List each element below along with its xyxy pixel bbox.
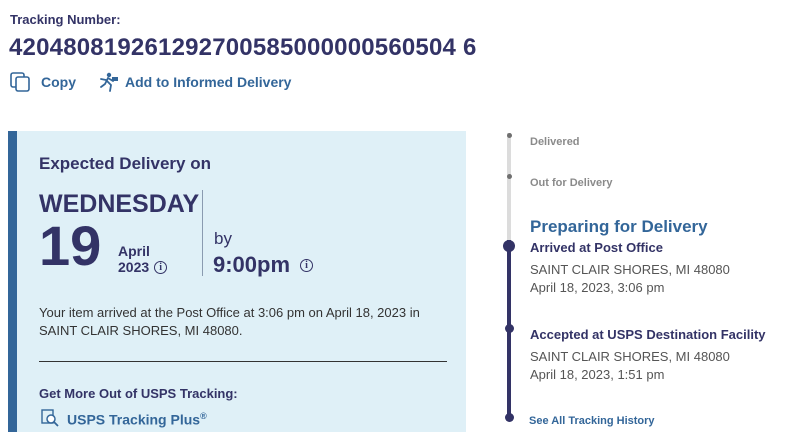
- timeline-stage-title: Preparing for Delivery: [530, 217, 708, 236]
- event-location: SAINT CLAIR SHORES, MI 48080: [530, 262, 730, 277]
- timeline-out-for-delivery: Out for Delivery: [530, 177, 613, 189]
- by-label: by: [214, 229, 232, 248]
- copy-icon: [10, 72, 31, 92]
- timeline-dot: [505, 413, 514, 422]
- see-all-tracking-history-link[interactable]: See All Tracking History: [529, 415, 655, 427]
- mail-carrier-icon: [97, 72, 119, 92]
- delivery-time-row: 9:00pm i: [213, 252, 314, 278]
- delivery-message: Your item arrived at the Post Office at …: [39, 305, 420, 338]
- more-tracking-title: Get More Out of USPS Tracking:: [39, 386, 238, 401]
- delivery-time: 9:00pm: [213, 252, 291, 277]
- delivery-month: April: [118, 243, 150, 259]
- tracking-number-label: Tracking Number:: [10, 12, 121, 27]
- timeline-dot: [506, 174, 512, 179]
- timeline-track-pending: [507, 133, 511, 240]
- copy-label: Copy: [41, 74, 76, 90]
- event-datetime: April 18, 2023, 3:06 pm: [530, 280, 665, 295]
- delivery-day: 19: [39, 214, 102, 277]
- timeline-dot: [503, 240, 515, 252]
- usps-tracking-plus-link[interactable]: USPS Tracking Plus®: [41, 409, 207, 430]
- magnifier-document-icon: [41, 409, 59, 430]
- informed-delivery-label: Add to Informed Delivery: [125, 74, 292, 90]
- event-location: SAINT CLAIR SHORES, MI 48080: [530, 349, 730, 364]
- event-datetime: April 18, 2023, 1:51 pm: [530, 367, 665, 382]
- timeline-dot: [506, 133, 512, 138]
- card-divider: [39, 361, 447, 362]
- delivery-divider: [202, 190, 203, 276]
- timeline-dot: [505, 324, 514, 333]
- registered-mark: ®: [200, 411, 207, 422]
- event-title: Arrived at Post Office: [530, 240, 663, 255]
- copy-button[interactable]: Copy: [10, 72, 76, 92]
- timeline-delivered: Delivered: [530, 136, 580, 148]
- info-icon[interactable]: i: [300, 258, 314, 272]
- tracking-number: 420480819261292700585000000560504 6: [9, 34, 477, 61]
- add-to-informed-delivery-button[interactable]: Add to Informed Delivery: [97, 72, 291, 92]
- delivery-year-row: 2023 i: [118, 259, 168, 275]
- expected-delivery-title: Expected Delivery on: [39, 154, 211, 173]
- delivery-year: 2023: [118, 259, 150, 275]
- info-icon[interactable]: i: [154, 260, 168, 274]
- usps-tracking-plus-label: USPS Tracking Plus: [67, 411, 201, 428]
- event-title: Accepted at USPS Destination Facility: [530, 327, 766, 342]
